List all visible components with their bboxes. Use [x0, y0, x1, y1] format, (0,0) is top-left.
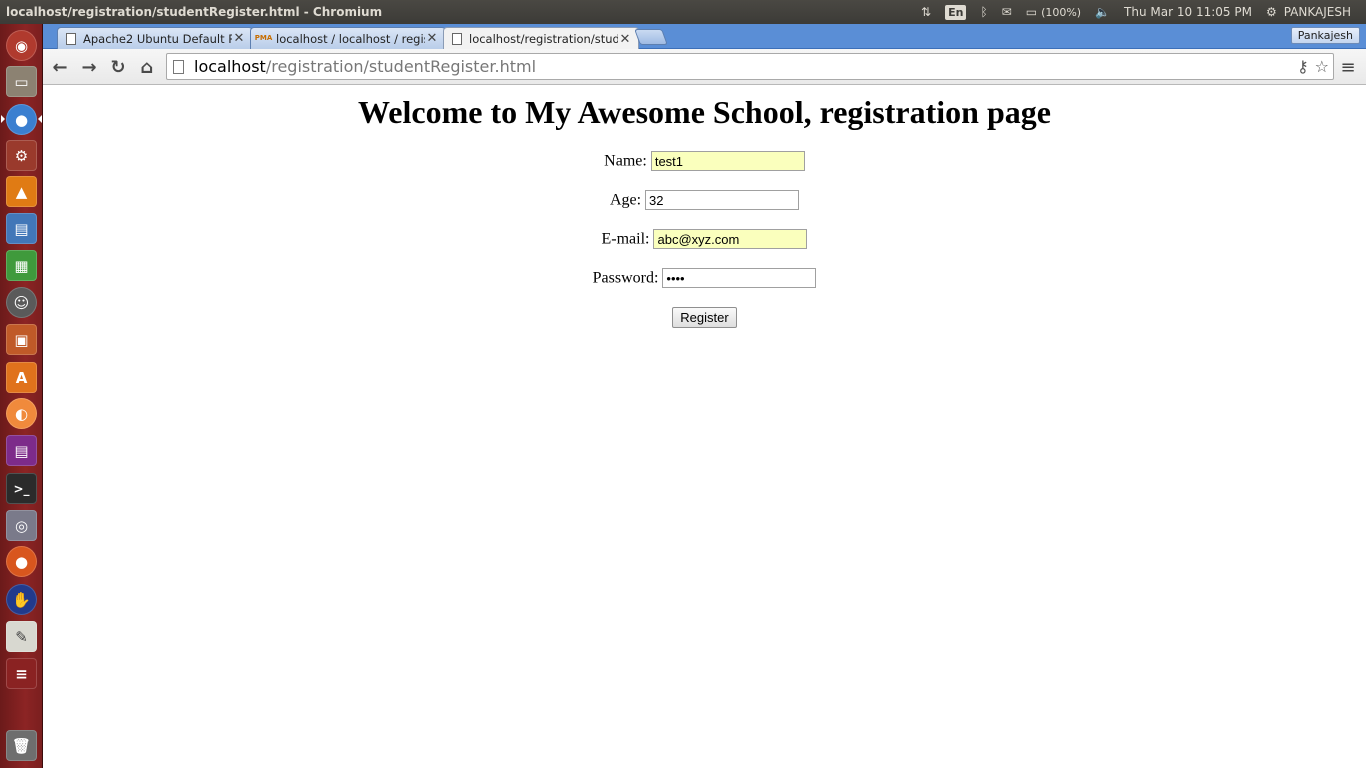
- page-content: Welcome to My Awesome School, registrati…: [43, 86, 1366, 768]
- tab-title: Apache2 Ubuntu Default Pa: [83, 31, 232, 46]
- unity-launcher: ◉ ▭ ● ⚙ ▲ ▤ ▦ ☺ ▣ A ◐ ▤ >_ ◎ ● ✋ ✎ ≡ 🗑: [0, 24, 43, 768]
- page-icon: [64, 32, 77, 46]
- impress-icon[interactable]: ▣: [6, 324, 37, 355]
- register-button[interactable]: Register: [672, 307, 737, 328]
- url-host: localhost: [194, 57, 266, 76]
- window-title: localhost/registration/studentRegister.h…: [6, 5, 383, 19]
- calc-icon[interactable]: ▦: [6, 250, 37, 281]
- email-row: E-mail:: [43, 229, 1366, 250]
- new-tab-button[interactable]: [634, 29, 668, 45]
- age-label: Age:: [609, 191, 642, 209]
- omnibox-actions: ⚷ ☆: [1297, 57, 1329, 76]
- email-input[interactable]: [653, 229, 808, 250]
- tab-strip: Apache2 Ubuntu Default Pa ✕ PMA localhos…: [43, 24, 1366, 50]
- submit-row: Register: [43, 307, 1366, 328]
- mail-icon[interactable]: ✉: [995, 0, 1019, 24]
- tab-title: localhost / localhost / regist: [276, 31, 425, 46]
- dash-home-icon[interactable]: ◉: [6, 30, 37, 61]
- active-indicator: [1, 115, 5, 123]
- close-icon[interactable]: ✕: [425, 31, 439, 46]
- clock[interactable]: Thu Mar 10 11:05 PM: [1117, 0, 1259, 24]
- top-panel: localhost/registration/studentRegister.h…: [0, 0, 1366, 24]
- back-arrow-icon[interactable]: ←: [47, 54, 73, 80]
- password-row: Password:: [43, 268, 1366, 289]
- password-input[interactable]: [662, 268, 817, 289]
- battery-indicator[interactable]: ▭ (100%): [1019, 0, 1088, 24]
- age-input[interactable]: [645, 190, 800, 211]
- close-icon[interactable]: ✕: [232, 31, 246, 46]
- menu-icon[interactable]: ≡: [1336, 54, 1360, 80]
- key-icon[interactable]: ⚷: [1297, 57, 1309, 76]
- lang-badge: En: [945, 4, 967, 20]
- home-icon[interactable]: ⌂: [134, 54, 160, 80]
- pidgin-icon[interactable]: ☺: [6, 287, 37, 318]
- page-icon: [450, 32, 463, 46]
- vlc-icon[interactable]: ▲: [6, 176, 37, 207]
- firefox-icon[interactable]: ●: [6, 546, 37, 577]
- email-label: E-mail:: [601, 230, 650, 248]
- workspace-switcher-icon[interactable]: ▤: [6, 435, 37, 466]
- profile-button[interactable]: Pankajesh: [1290, 27, 1360, 44]
- screenshot-icon[interactable]: ◎: [6, 510, 37, 541]
- omnibox[interactable]: localhost/registration/studentRegister.h…: [166, 53, 1334, 80]
- app-icon[interactable]: ✋: [6, 584, 37, 615]
- url-path: /registration/studentRegister.html: [265, 57, 537, 76]
- files-icon[interactable]: ▭: [6, 66, 37, 97]
- page-title: Welcome to My Awesome School, registrati…: [358, 94, 1051, 130]
- tab-apache[interactable]: Apache2 Ubuntu Default Pa ✕: [57, 27, 253, 49]
- writer-icon[interactable]: ▤: [6, 213, 37, 244]
- forward-arrow-icon[interactable]: →: [76, 54, 102, 80]
- bluetooth-icon[interactable]: ᛒ: [973, 0, 994, 24]
- user-name[interactable]: PANKAJESH: [1284, 0, 1358, 24]
- name-row: Name:: [43, 151, 1366, 172]
- name-label: Name:: [604, 152, 647, 170]
- session-gear-icon[interactable]: ⚙: [1259, 0, 1284, 24]
- name-input[interactable]: [650, 151, 805, 172]
- tab-title: localhost/registration/studer: [469, 32, 618, 46]
- password-label: Password:: [592, 269, 659, 287]
- text-editor-icon[interactable]: ✎: [6, 621, 37, 652]
- close-icon[interactable]: ✕: [618, 32, 632, 47]
- battery-percent: (100%): [1041, 5, 1082, 19]
- age-row: Age:: [43, 190, 1366, 211]
- page-icon: [173, 59, 184, 74]
- network-icon[interactable]: ⇅: [914, 0, 938, 24]
- tab-phpmyadmin[interactable]: PMA localhost / localhost / regist ✕: [250, 27, 446, 49]
- ide-icon[interactable]: ≡: [6, 658, 37, 689]
- trash-icon[interactable]: 🗑: [6, 730, 37, 761]
- software-center-icon[interactable]: A: [6, 362, 37, 393]
- orange-app-icon[interactable]: ◐: [6, 398, 37, 429]
- volume-icon[interactable]: 🔈: [1088, 0, 1117, 24]
- keyboard-layout-indicator[interactable]: En: [938, 0, 973, 24]
- browser-toolbar: ← → ↻ ⌂ localhost/registration/studentRe…: [43, 49, 1366, 85]
- battery-icon: ▭: [1025, 5, 1038, 19]
- bookmark-star-icon[interactable]: ☆: [1315, 57, 1329, 76]
- terminal-icon[interactable]: >_: [6, 473, 37, 504]
- tab-registration[interactable]: localhost/registration/studer ✕: [443, 27, 639, 50]
- indicator-area: ⇅ En ᛒ ✉ ▭ (100%) 🔈 Thu Mar 10 11:05 PM ⚙…: [914, 0, 1366, 24]
- chromium-icon[interactable]: ●: [6, 104, 37, 135]
- reload-icon[interactable]: ↻: [105, 54, 131, 80]
- focus-indicator: [38, 115, 42, 123]
- system-settings-icon[interactable]: ⚙: [6, 140, 37, 171]
- pma-icon: PMA: [254, 34, 273, 42]
